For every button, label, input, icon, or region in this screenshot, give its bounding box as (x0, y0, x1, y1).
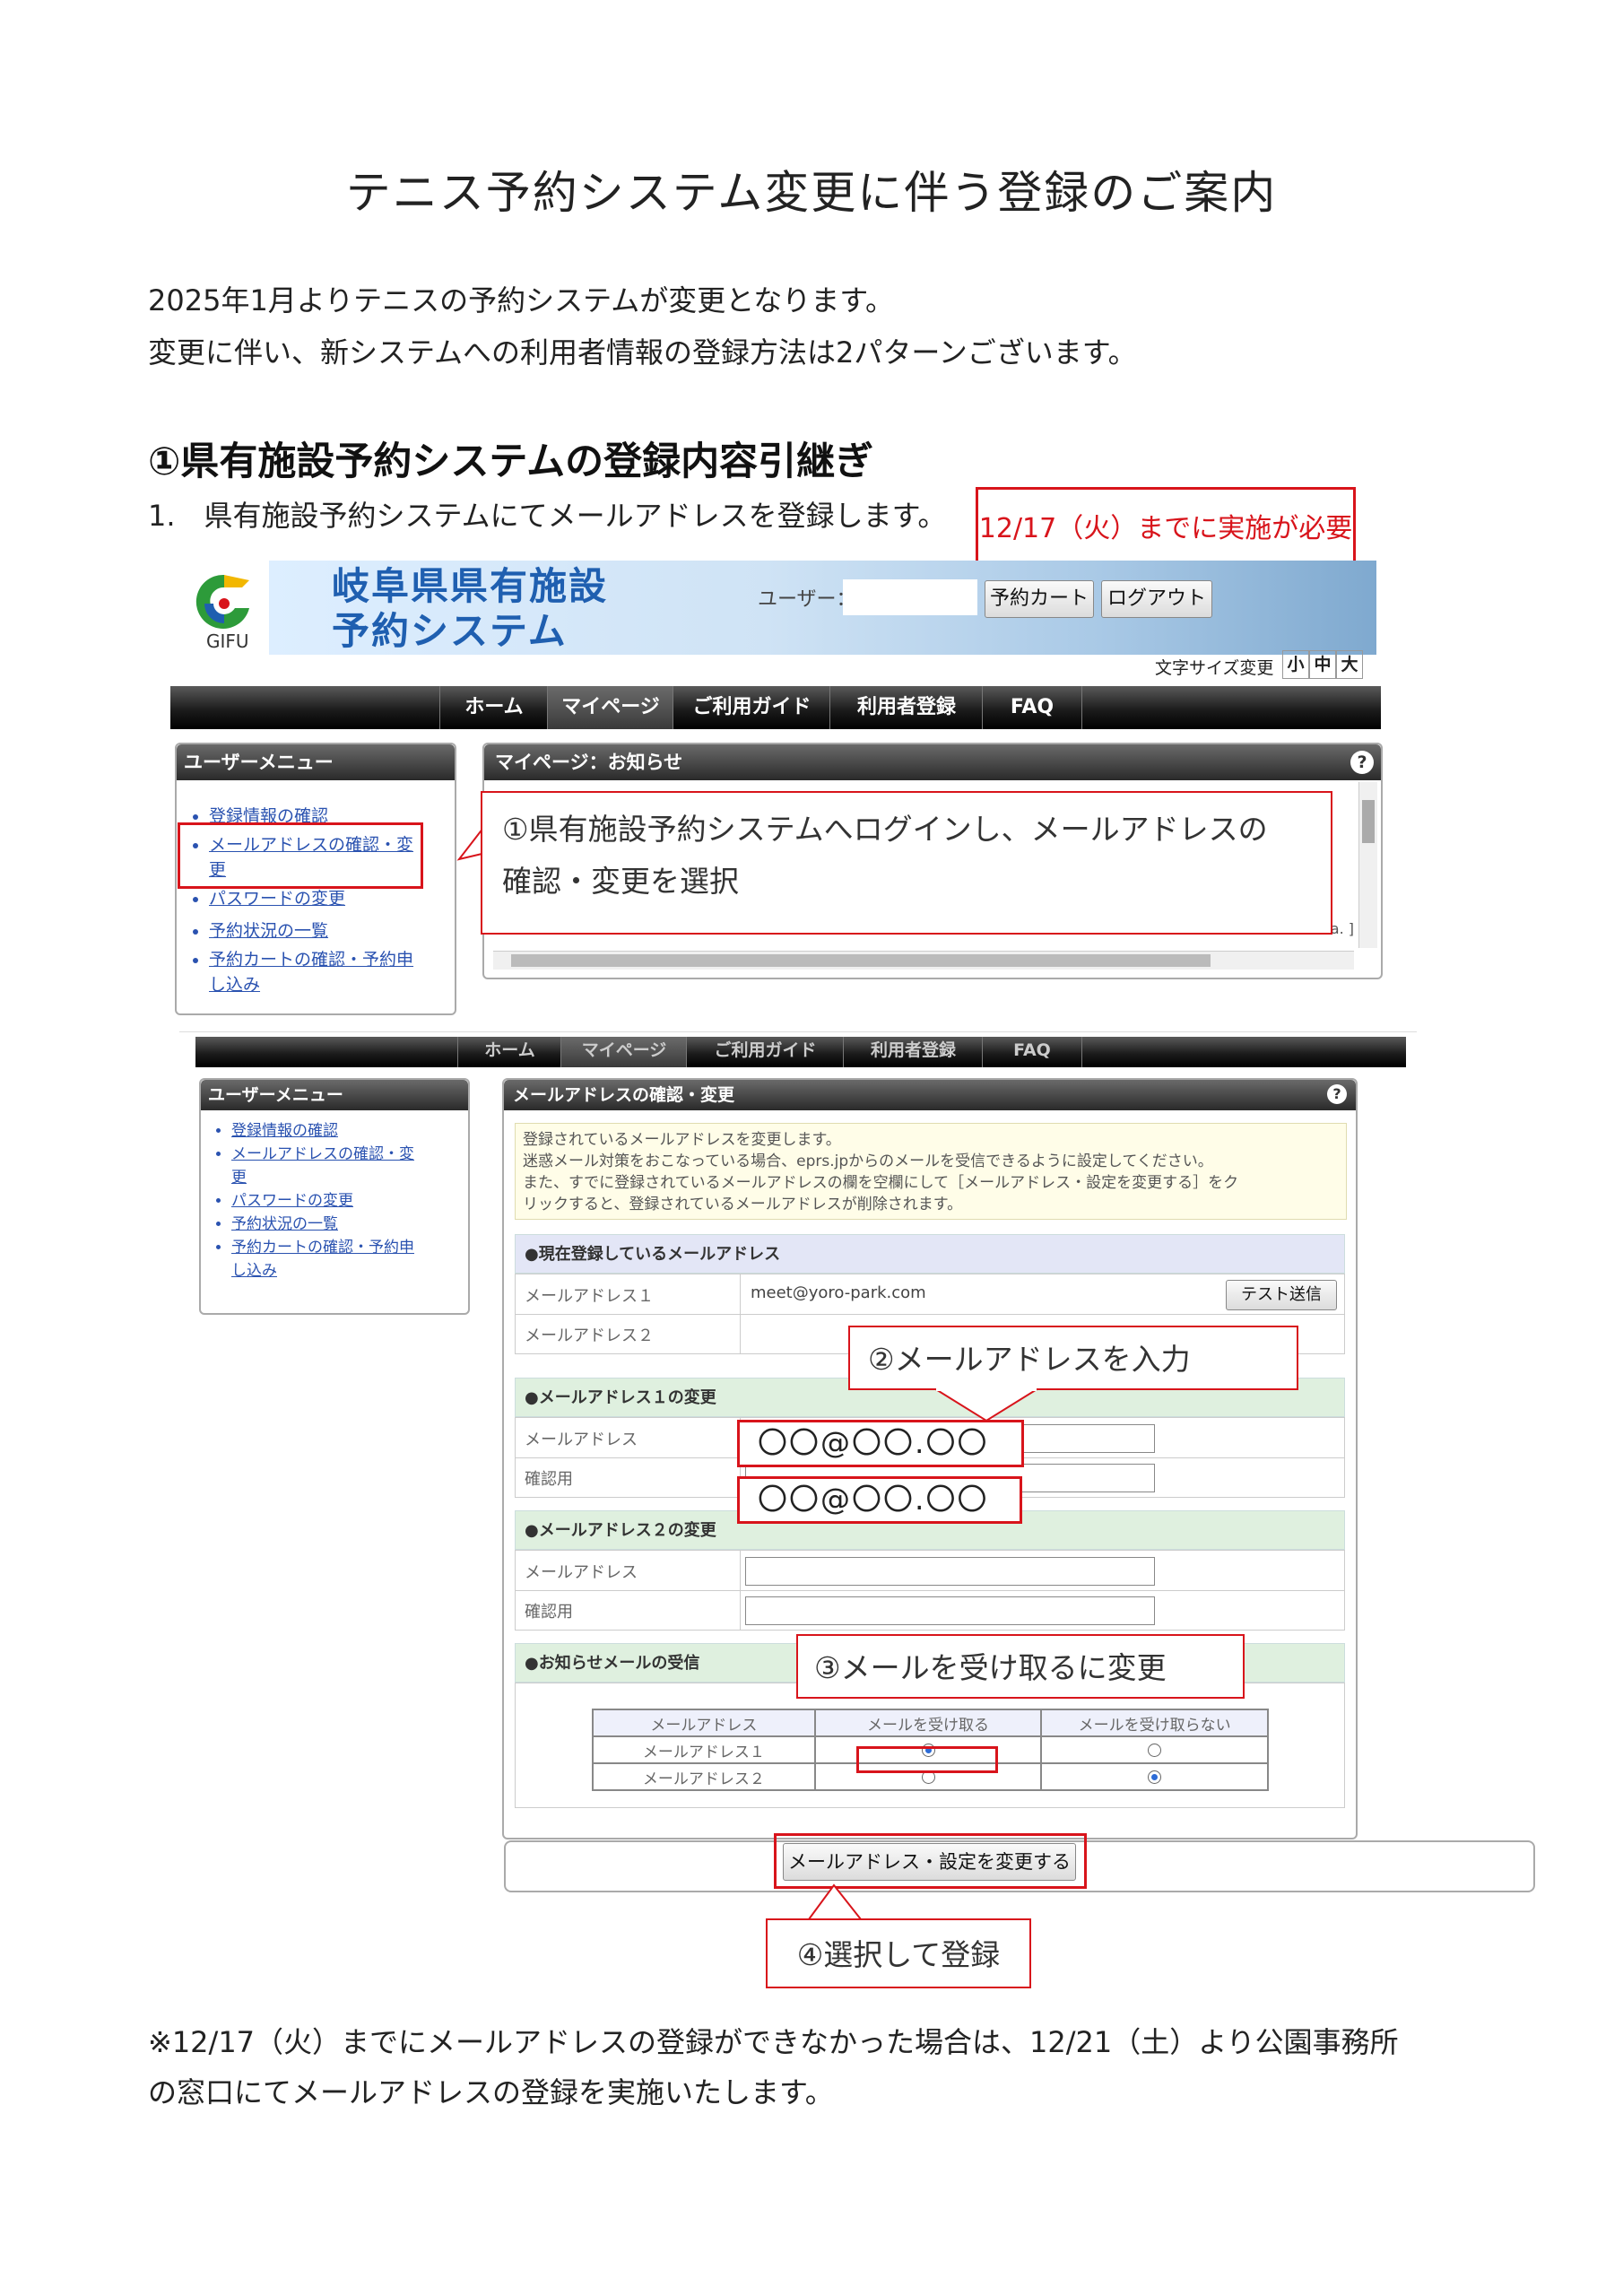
notify-col-email: メールアドレス (592, 1709, 816, 1737)
menu2-item-cart[interactable]: 予約カートの確認・予約申し込み (231, 1236, 468, 1283)
nav-mypage[interactable]: マイページ (547, 686, 673, 729)
document-title: テニス予約システム変更に伴う登録のご案内 (345, 167, 1278, 219)
menu2-item-email[interactable]: メールアドレスの確認・変更 (231, 1143, 468, 1189)
callout-3: ③メールを受け取るに変更 (796, 1634, 1245, 1699)
callout-2: ②メールアドレスを入力 (848, 1326, 1298, 1390)
user-menu-title: ユーザーメニュー (177, 744, 455, 780)
notify-col-receive: メールを受け取る (813, 1709, 1043, 1737)
test-send-button[interactable]: テスト送信 (1226, 1280, 1337, 1310)
menu2-item-reservations[interactable]: 予約状況の一覧 (231, 1213, 468, 1236)
change2-confirm-input[interactable] (745, 1596, 1155, 1625)
font-size-label: 文字サイズ変更 (1155, 658, 1274, 678)
gifu-logo-text: GIFU (206, 631, 249, 652)
current-email-value-1: meet@yoro-park.com (751, 1283, 926, 1302)
nav-home[interactable]: ホーム (439, 686, 548, 729)
change2-email-input[interactable] (745, 1557, 1155, 1586)
callout-1: ①県有施設予約システムへログインし、メールアドレスの 確認・変更を選択 (481, 791, 1332, 935)
footnote-line-2: の窓口にてメールアドレスの登録を実施いたします。 (148, 2075, 834, 2109)
radio-row2-noreceive[interactable] (1148, 1770, 1162, 1784)
info-line-4: リックすると、登録されているメールアドレスが削除されます。 (523, 1196, 963, 1213)
nav2-home[interactable]: ホーム (457, 1037, 561, 1067)
user-name-masked (843, 579, 977, 615)
font-mid-button[interactable]: 中 (1309, 650, 1336, 679)
menu-item-cart[interactable]: 予約カートの確認・予約申し込み (209, 947, 455, 997)
callout-4-pointer (808, 1883, 862, 1920)
step-1-text: 1. 県有施設予約システムにてメールアドレスを登録します。 (148, 499, 947, 533)
current-email-label-2: メールアドレス２ (525, 1326, 654, 1345)
info-box: 登録されているメールアドレスを変更します。 迷惑メール対策をおこなっている場合、… (515, 1123, 1347, 1220)
change2-email-label: メールアドレス (525, 1563, 638, 1582)
footnote-line-1: ※12/17（火）までにメールアドレスの登録ができなかった場合は、12/21（土… (148, 2025, 1399, 2059)
user-menu-title-2: ユーザーメニュー (201, 1080, 468, 1110)
nav-faq[interactable]: FAQ (982, 686, 1082, 729)
current-email-header: ●現在登録しているメールアドレス (515, 1234, 1345, 1274)
change2-confirm-label: 確認用 (525, 1603, 573, 1622)
nav2-faq[interactable]: FAQ (982, 1037, 1082, 1067)
nav2-register[interactable]: 利用者登録 (843, 1037, 983, 1067)
masked-email-input-2[interactable]: 〇〇@〇〇.〇〇 (737, 1476, 1022, 1524)
font-large-button[interactable]: 大 (1336, 650, 1363, 679)
email-panel-title: メールアドレスの確認・変更 ? (504, 1080, 1356, 1110)
notify-row1-label: メールアドレス１ (592, 1735, 816, 1764)
logout-button[interactable]: ログアウト (1101, 580, 1212, 618)
screenshot-mypage: GIFU 岐阜県県有施設 予約システム ユーザー： 予約カート ログアウト 文字… (161, 556, 1383, 1022)
menu2-item-password[interactable]: パスワードの変更 (231, 1189, 468, 1213)
change1-confirm-label: 確認用 (525, 1470, 573, 1489)
notice-panel-title: マイページ：お知らせ ? (484, 744, 1381, 780)
highlight-submit-button (774, 1833, 1087, 1889)
current-email-label-1: メールアドレス１ (525, 1287, 654, 1306)
menu-item-reservations[interactable]: 予約状況の一覧 (209, 915, 455, 947)
callout-1-line2: 確認・変更を選択 (502, 864, 739, 899)
change1-email-label: メールアドレス (525, 1431, 638, 1449)
info-line-1: 登録されているメールアドレスを変更します。 (523, 1131, 841, 1149)
intro-line-1: 2025年1月よりテニスの予約システムが変更となります。 (148, 283, 895, 317)
notify-row1-noreceive[interactable] (1040, 1735, 1269, 1764)
intro-line-2: 変更に伴い、新システムへの利用者情報の登録方法は2パターンございます。 (148, 335, 1137, 370)
nav-guide[interactable]: ご利用ガイド (673, 686, 830, 729)
email-panel-title-text: メールアドレスの確認・変更 (513, 1085, 735, 1105)
gifu-logo-icon (195, 574, 249, 629)
site-name-line2: 予約システム (332, 609, 568, 653)
info-line-2: 迷惑メール対策をおこなっている場合、eprs.jpからのメールを受信できるように… (523, 1152, 1213, 1170)
deadline-note: 12/17（火）までに実施が必要 (976, 487, 1356, 566)
notify-row2-noreceive[interactable] (1040, 1762, 1269, 1791)
callout-4: ④選択して登録 (766, 1918, 1031, 1988)
font-small-button[interactable]: 小 (1282, 650, 1309, 679)
user-menu-panel-2: ユーザーメニュー 登録情報の確認 メールアドレスの確認・変更 パスワードの変更 … (199, 1078, 470, 1315)
info-line-3: また、すでに登録されているメールアドレスの欄を空欄にして［メールアドレス・設定を… (523, 1174, 1239, 1192)
cart-button[interactable]: 予約カート (985, 580, 1094, 618)
notice-title-text: マイページ：お知らせ (495, 752, 683, 773)
help-icon-2[interactable]: ? (1327, 1084, 1347, 1104)
menu2-item-info[interactable]: 登録情報の確認 (231, 1119, 468, 1143)
vertical-scrollbar[interactable] (1358, 782, 1377, 948)
callout-1-line1: ①県有施設予約システムへログインし、メールアドレスの (502, 812, 1268, 847)
masked-email-input-1[interactable]: 〇〇@〇〇.〇〇 (737, 1420, 1024, 1467)
highlight-receive-radio (856, 1746, 998, 1773)
notify-col-noreceive: メールを受け取らない (1040, 1709, 1269, 1737)
notify-row2-label: メールアドレス２ (592, 1762, 816, 1791)
user-label: ユーザー： (758, 588, 856, 611)
nav2-mypage[interactable]: マイページ (560, 1037, 687, 1067)
notice-tail-text: a. ] (1330, 920, 1354, 937)
radio-row1-noreceive[interactable] (1148, 1743, 1162, 1757)
help-icon[interactable]: ? (1350, 751, 1374, 774)
callout-2-pointer (933, 1388, 1039, 1422)
nav-register[interactable]: 利用者登録 (829, 686, 983, 729)
highlight-email-menu (178, 822, 423, 889)
notify-area: メールアドレス メールを受け取る メールを受け取らない メールアドレス１ メール… (515, 1683, 1345, 1808)
nav2-guide[interactable]: ご利用ガイド (686, 1037, 844, 1067)
section-heading: ①県有施設予約システムの登録内容引継ぎ (148, 439, 874, 484)
horizontal-scrollbar[interactable] (493, 951, 1354, 970)
change2-table: メールアドレス 確認用 (515, 1550, 1345, 1631)
